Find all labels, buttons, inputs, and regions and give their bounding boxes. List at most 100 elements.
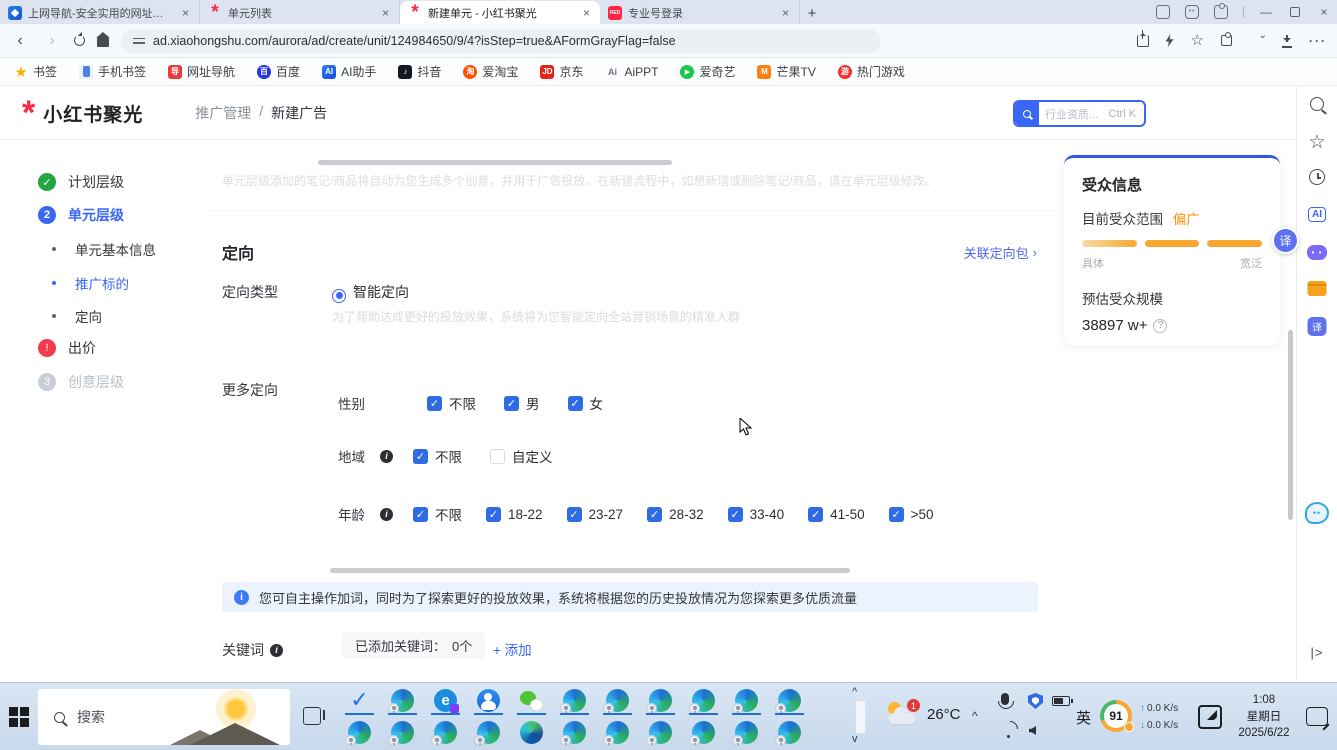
edge-window[interactable] (381, 716, 424, 748)
taskbar-weather[interactable]: 1 26°C (886, 699, 961, 729)
header-search[interactable]: 行业资质... Ctrl K (1013, 100, 1146, 127)
tab-close-icon[interactable]: × (380, 6, 391, 20)
bookmark-item[interactable]: 导网址导航 (168, 63, 235, 80)
games-icon[interactable] (1307, 245, 1327, 260)
translate-icon[interactable]: 译 (1308, 317, 1327, 336)
wechat-app[interactable] (510, 684, 553, 716)
checkbox-gender-female[interactable]: 女 (568, 393, 604, 413)
checkbox-age-18-22[interactable]: 18-22 (486, 507, 543, 522)
checkbox-age-unlimited[interactable]: 不限 (413, 504, 462, 524)
edge-legacy-window[interactable]: e (424, 684, 467, 716)
search-icon[interactable] (1015, 100, 1039, 127)
maximize-button[interactable] (1290, 7, 1300, 17)
edge-window[interactable] (553, 684, 596, 716)
edge-window[interactable] (725, 716, 768, 748)
edge-window[interactable] (682, 716, 725, 748)
grid-scrollbar[interactable] (855, 700, 866, 734)
page-scrollbar-thumb[interactable] (1288, 330, 1293, 520)
battery-icon[interactable] (1052, 696, 1070, 706)
bookmark-item[interactable]: ♪抖音 (398, 63, 441, 80)
edge-window[interactable] (467, 716, 510, 748)
notification-center-icon[interactable] (1306, 707, 1328, 726)
horizontal-scrollbar-thumb[interactable] (330, 568, 850, 573)
checkbox-checked-icon[interactable] (728, 507, 743, 522)
breadcrumb-section[interactable]: 推广管理 (195, 103, 251, 123)
bookmark-item[interactable]: 游热门游戏 (838, 63, 905, 80)
edge-window[interactable] (639, 716, 682, 748)
bookmark-item[interactable]: M芒果TV (757, 63, 815, 80)
bookmark-item[interactable]: 淘爱淘宝 (463, 63, 518, 80)
bookmark-item[interactable]: 手机书签 (79, 63, 146, 80)
checkbox-checked-icon[interactable] (567, 507, 582, 522)
tray-expand-icon[interactable]: ^ (972, 709, 978, 723)
sidebar-item-bidding[interactable]: ! 出价 (38, 338, 96, 358)
bookmark-star-icon[interactable]: ☆ (1191, 35, 1204, 47)
edge-window[interactable] (768, 716, 811, 748)
link-targeting-package[interactable]: 关联定向包› (964, 243, 1037, 262)
input-language-indicator[interactable]: 英 (1076, 707, 1091, 728)
checkbox-checked-icon[interactable] (413, 507, 428, 522)
extension-icon[interactable] (1214, 5, 1228, 19)
edge-window[interactable] (553, 716, 596, 748)
bookmark-item[interactable]: AIAI助手 (322, 63, 376, 80)
history-clock-icon[interactable] (1309, 169, 1325, 185)
toolbox-icon[interactable] (1308, 281, 1327, 296)
checkbox-checked-icon[interactable] (413, 449, 428, 464)
site-settings-icon[interactable] (133, 36, 145, 46)
sidebar-item-unit-level[interactable]: 2 单元层级 (38, 205, 124, 225)
tab-close-icon[interactable]: × (180, 6, 191, 20)
edge-window[interactable] (596, 684, 639, 716)
battery-percent-ring[interactable]: 91 (1100, 700, 1132, 732)
info-icon[interactable]: i (380, 508, 393, 521)
add-keyword-button[interactable]: + 添加 (493, 639, 532, 659)
bookmark-item[interactable]: AiAiPPT (605, 65, 658, 79)
tab-new-unit-active[interactable]: * 新建单元 - 小红书聚光 × (400, 1, 600, 24)
search-weather-art[interactable] (180, 689, 290, 745)
microphone-icon[interactable] (1001, 693, 1009, 705)
edge-window[interactable] (338, 716, 381, 748)
checkbox-age-23-27[interactable]: 23-27 (567, 507, 624, 522)
edge-window[interactable] (381, 684, 424, 716)
checkbox-region-unlimited[interactable]: 不限 (413, 446, 462, 466)
tab-pro-login[interactable]: RED 专业号登录 × (600, 1, 800, 24)
chat-assistant-icon[interactable]: •• (1305, 502, 1329, 524)
share-icon[interactable] (1137, 35, 1149, 47)
checkbox-age-41-50[interactable]: 41-50 (808, 507, 865, 522)
checkbox-checked-icon[interactable] (889, 507, 904, 522)
forward-button[interactable]: › (42, 32, 62, 50)
translate-floating-badge[interactable]: 译 (1272, 227, 1299, 254)
reload-button[interactable] (74, 35, 85, 46)
bookmark-item[interactable]: ★书签 (14, 63, 57, 80)
home-button[interactable] (97, 38, 109, 47)
edge-browser[interactable] (510, 716, 553, 748)
wifi-icon[interactable] (1002, 727, 1018, 737)
checkbox-checked-icon[interactable] (808, 507, 823, 522)
sidebar-item-unit-basic-info[interactable]: 单元基本信息 (45, 239, 156, 259)
downloads-icon[interactable] (1282, 35, 1292, 47)
download-menu-icon[interactable] (1249, 34, 1265, 47)
task-view-icon[interactable] (303, 707, 321, 725)
tab-close-icon[interactable]: × (780, 6, 791, 20)
tab-nav-site[interactable]: 上网导航-安全实用的网址导航 × (0, 1, 200, 24)
tab-unit-list[interactable]: * 单元列表 × (200, 1, 400, 24)
url-text[interactable]: ad.xiaohongshu.com/aurora/ad/create/unit… (153, 34, 676, 48)
radio-smart-targeting[interactable]: 智能定向 (332, 282, 409, 303)
grid-scroll-down-icon[interactable]: v (852, 733, 858, 745)
search-icon[interactable] (1310, 97, 1324, 111)
taskbar-clock[interactable]: 1:08 星期日 2025/6/22 (1226, 692, 1302, 742)
sidebar-item-targeting[interactable]: 定向 (45, 306, 102, 326)
bookmark-item[interactable]: JD京东 (540, 63, 583, 80)
tab-close-icon[interactable]: × (581, 6, 592, 20)
ai-panel-icon[interactable]: AI (1308, 207, 1326, 222)
speaker-icon[interactable] (1029, 726, 1036, 735)
sidebar-item-creative-level[interactable]: 3 创意层级 (38, 372, 124, 392)
user-cloud-app[interactable] (467, 684, 510, 716)
side-panel-icon[interactable] (1156, 5, 1170, 19)
checkbox-checked-icon[interactable] (568, 396, 583, 411)
checkbox-gender-unlimited[interactable]: 不限 (427, 393, 476, 413)
start-button[interactable] (9, 707, 29, 727)
extensions-icon[interactable] (1221, 35, 1232, 46)
bookmark-item[interactable]: ▶爱奇艺 (680, 63, 735, 80)
network-speed-monitor[interactable]: ↑0.0 K/s ↓0.0 K/s (1140, 700, 1178, 734)
edge-window[interactable] (424, 716, 467, 748)
